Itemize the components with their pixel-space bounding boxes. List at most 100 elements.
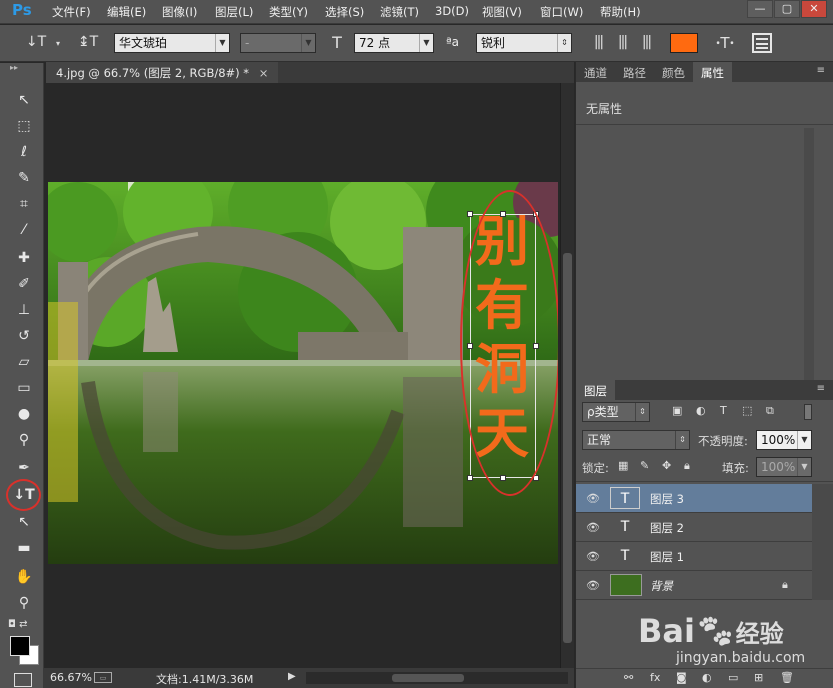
font-style-select[interactable]: - ▼	[240, 33, 316, 53]
antialias-select[interactable]: 锐利 ⇕	[476, 33, 572, 53]
menu-filter[interactable]: 滤镜(T)	[380, 4, 419, 20]
zoom-level[interactable]: 66.67%	[50, 671, 92, 684]
layer-row-layer-1[interactable]: 👁︎ T 图层 1	[576, 542, 812, 571]
collapse-toolbar-icon[interactable]: ▸▸	[10, 63, 18, 72]
horizontal-scrollbar[interactable]	[306, 672, 568, 684]
warp-text-icon[interactable]: ꞏTꞏ	[714, 33, 736, 53]
blend-mode-select[interactable]: 正常 ⇕	[582, 430, 690, 450]
lock-transparent-icon[interactable]: ▦	[618, 459, 628, 472]
rectangle-tool-icon[interactable]: ▬	[12, 537, 36, 559]
path-selection-tool-icon[interactable]: ↖	[12, 511, 36, 533]
lock-image-icon[interactable]: ✎	[640, 459, 649, 472]
lock-position-icon[interactable]: ✥	[662, 459, 671, 472]
layer-name[interactable]: 图层 1	[650, 549, 684, 565]
font-family-select[interactable]: 华文琥珀 ▼	[114, 33, 230, 53]
visibility-eye-icon[interactable]: 👁︎	[586, 492, 600, 505]
tab-layers[interactable]: 图层	[576, 380, 615, 400]
menu-image[interactable]: 图像(I)	[162, 4, 197, 20]
eraser-tool-icon[interactable]: ▱	[12, 351, 36, 373]
filter-pixel-icon[interactable]: ▣	[672, 404, 682, 417]
tab-channels[interactable]: 通道	[576, 62, 615, 82]
marquee-tool-icon[interactable]: ⬚	[12, 115, 36, 137]
document-tab[interactable]: 4.jpg @ 66.7% (图层 2, RGB/8#) * ×	[46, 62, 279, 83]
filter-toggle-switch[interactable]	[804, 404, 812, 420]
align-top-icon[interactable]: |||	[588, 34, 608, 50]
layer-name[interactable]: 图层 3	[650, 491, 684, 507]
menu-edit[interactable]: 编辑(E)	[107, 4, 146, 20]
menu-type[interactable]: 类型(Y)	[269, 4, 308, 20]
clone-stamp-tool-icon[interactable]: ⊥	[12, 299, 36, 321]
menu-layer[interactable]: 图层(L)	[215, 4, 253, 20]
vertical-type-tool-preset-icon[interactable]: ↓T	[24, 34, 48, 50]
layer-filter-kind-select[interactable]: ρ类型 ⇕	[582, 402, 650, 422]
scrollbar-thumb[interactable]	[392, 674, 464, 682]
layer-row-layer-2[interactable]: 👁︎ T 图层 2	[576, 513, 812, 542]
move-tool-icon[interactable]: ↖	[12, 89, 36, 111]
transform-handle[interactable]	[467, 475, 473, 481]
brush-tool-icon[interactable]: ✐	[12, 273, 36, 295]
lock-all-icon[interactable]: 🔒︎	[684, 459, 690, 473]
visibility-eye-icon[interactable]: 👁︎	[586, 579, 600, 592]
pen-tool-icon[interactable]: ✒	[12, 457, 36, 479]
text-color-swatch[interactable]	[670, 33, 698, 53]
tab-color[interactable]: 颜色	[654, 62, 693, 82]
align-bottom-icon[interactable]: |||	[636, 34, 656, 50]
default-colors-icon[interactable]: ◘ ⇄	[8, 619, 27, 630]
close-tab-icon[interactable]: ×	[259, 66, 269, 80]
layer-style-fx-icon[interactable]: fx	[650, 671, 660, 684]
panel-menu-icon[interactable]: ≡	[817, 65, 825, 76]
crop-tool-icon[interactable]: ⌗	[12, 193, 36, 215]
layers-scrollbar[interactable]	[812, 484, 833, 600]
visibility-eye-icon[interactable]: 👁︎	[586, 550, 600, 563]
dodge-tool-icon[interactable]: ⚲	[12, 429, 36, 451]
quick-selection-tool-icon[interactable]: ✎	[12, 167, 36, 189]
preset-chevron-icon[interactable]: ▾	[56, 39, 60, 48]
status-menu-arrow-icon[interactable]: ▶	[288, 671, 296, 682]
align-center-icon[interactable]: |||	[612, 34, 632, 50]
tab-paths[interactable]: 路径	[615, 62, 654, 82]
add-mask-icon[interactable]: ◙	[676, 671, 687, 684]
transform-handle[interactable]	[467, 211, 473, 217]
filter-shape-icon[interactable]: ⬚	[742, 404, 752, 417]
quick-mask-icon[interactable]	[14, 673, 32, 687]
visibility-eye-icon[interactable]: 👁︎	[586, 521, 600, 534]
filter-smart-object-icon[interactable]: ⧉	[766, 404, 774, 418]
history-brush-tool-icon[interactable]: ↺	[12, 325, 36, 347]
blur-tool-icon[interactable]: ●	[12, 403, 36, 425]
menu-file[interactable]: 文件(F)	[52, 4, 91, 20]
vertical-scrollbar[interactable]	[560, 83, 574, 668]
scrollbar-thumb[interactable]	[563, 253, 572, 643]
filter-adjustment-icon[interactable]: ◐	[696, 404, 706, 417]
healing-brush-tool-icon[interactable]: ✚	[12, 247, 36, 269]
menu-help[interactable]: 帮助(H)	[600, 4, 641, 20]
font-size-select[interactable]: 72 点 ▼	[354, 33, 434, 53]
filter-type-icon[interactable]: T	[720, 404, 727, 417]
character-panel-toggle-icon[interactable]	[752, 33, 772, 53]
maximize-button[interactable]: ▢	[774, 0, 800, 18]
menu-select[interactable]: 选择(S)	[325, 4, 364, 20]
menu-3d[interactable]: 3D(D)	[435, 4, 469, 18]
layer-name[interactable]: 图层 2	[650, 520, 684, 536]
text-orientation-icon[interactable]: ↨T	[76, 34, 100, 50]
zoom-tool-icon[interactable]: ⚲	[12, 592, 36, 614]
link-layers-icon[interactable]: ⚯	[624, 671, 633, 684]
layers-panel-menu-icon[interactable]: ≡	[817, 383, 825, 394]
tab-properties[interactable]: 属性	[693, 62, 732, 82]
properties-scrollbar[interactable]	[804, 128, 814, 384]
minimize-button[interactable]: —	[747, 0, 773, 18]
document-image[interactable]: 别 有 洞 天	[48, 182, 558, 564]
layer-name[interactable]: 背景	[650, 578, 673, 594]
fill-input[interactable]: 100% ▼	[756, 457, 812, 477]
foreground-color-swatch[interactable]	[10, 636, 30, 656]
menu-view[interactable]: 视图(V)	[482, 4, 522, 20]
lasso-tool-icon[interactable]: ℓ	[12, 141, 36, 163]
eyedropper-tool-icon[interactable]: ⁄	[12, 219, 36, 241]
hand-tool-icon[interactable]: ✋	[12, 566, 36, 588]
opacity-input[interactable]: 100% ▼	[756, 430, 812, 450]
close-button[interactable]: ✕	[801, 0, 827, 18]
new-group-icon[interactable]: ▭	[728, 671, 738, 684]
layer-row-background[interactable]: 👁︎ 背景 🔒︎	[576, 571, 812, 600]
gradient-tool-icon[interactable]: ▭	[12, 377, 36, 399]
new-layer-icon[interactable]: ⊞	[754, 671, 763, 684]
layer-row-layer-3[interactable]: 👁︎ T 图层 3	[576, 484, 812, 513]
